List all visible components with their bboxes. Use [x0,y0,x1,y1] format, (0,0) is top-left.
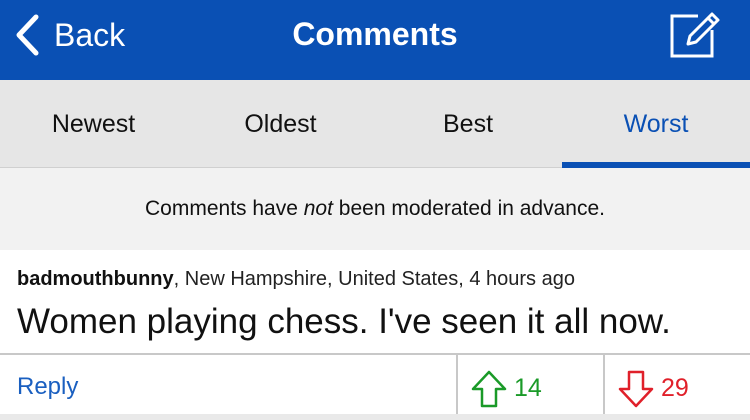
tab-newest[interactable]: Newest [0,80,187,168]
sort-tabs: Newest Oldest Best Worst [0,80,750,168]
nav-bar: Back Comments [0,0,750,80]
comment-location-time: , New Hampshire, United States, 4 hours … [173,268,575,290]
tab-best[interactable]: Best [374,80,562,168]
chevron-left-icon [16,14,39,56]
upvote-count: 14 [514,374,542,402]
comment-username[interactable]: badmouthbunny [17,268,174,290]
comment-actions: Reply 14 29 [0,353,750,420]
comment-meta: badmouthbunny, New Hampshire, United Sta… [17,268,575,291]
back-button[interactable]: Back [14,12,125,58]
back-label: Back [54,16,126,53]
arrow-down-icon [618,370,654,407]
upvote-button[interactable]: 14 [456,355,604,420]
notice-suffix: been moderated in advance. [332,197,605,220]
reply-button[interactable]: Reply [17,373,78,401]
compose-icon[interactable] [668,8,722,60]
comment-item: badmouthbunny, New Hampshire, United Sta… [0,250,750,353]
notice-emphasis: not [303,197,333,220]
notice-prefix: Comments have [145,197,304,220]
downvote-count: 29 [661,374,689,402]
moderation-notice: Comments have not been moderated in adva… [0,168,750,250]
next-comment-edge [0,414,750,420]
tab-oldest[interactable]: Oldest [187,80,374,168]
comment-text: Women playing chess. I've seen it all no… [17,302,671,341]
arrow-up-icon [471,370,507,407]
downvote-button[interactable]: 29 [603,355,750,420]
tab-worst[interactable]: Worst [562,80,750,168]
